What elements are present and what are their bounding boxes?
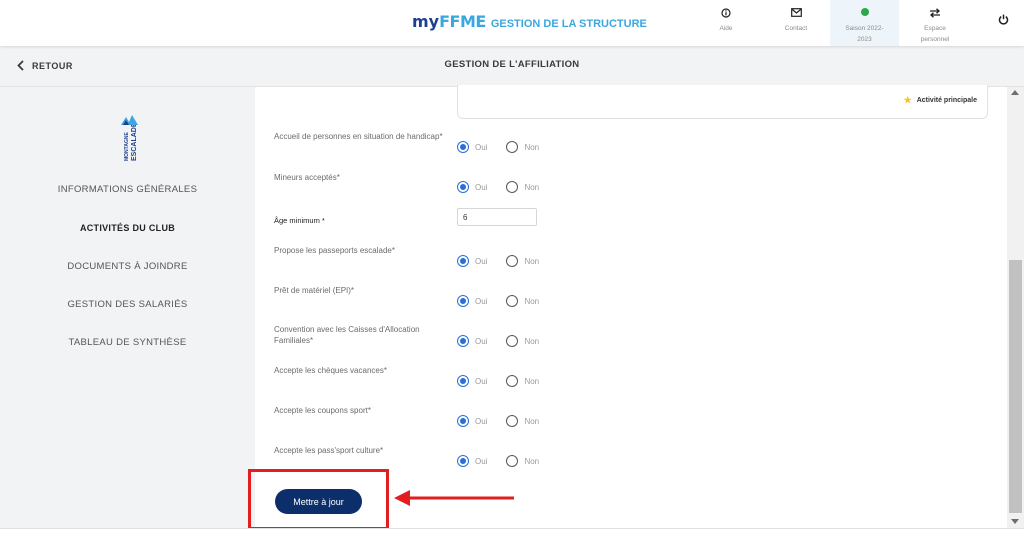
logout-button[interactable] <box>990 0 1016 46</box>
radio-yes[interactable] <box>457 141 469 153</box>
radio-group-caf-convention: Oui Non <box>457 335 558 347</box>
radio-yes-label: Oui <box>475 296 488 306</box>
radio-no[interactable] <box>506 141 519 153</box>
radio-group-equipment-loan: Oui Non <box>457 295 558 307</box>
age-min-label: Âge minimum * <box>274 216 325 225</box>
radio-group-disability: Oui Non <box>457 141 558 153</box>
radio-no[interactable] <box>506 335 519 347</box>
annotation-arrow-icon <box>394 490 514 506</box>
brand-logo[interactable]: my FFME GESTION DE LA STRUCTURE <box>412 12 647 31</box>
radio-yes[interactable] <box>457 335 469 347</box>
radio-no-label: Non <box>524 142 540 152</box>
radio-group-culture-pass: Oui Non <box>457 455 558 467</box>
brand-ffme-text: FFME <box>439 12 486 31</box>
question-label-disability: Accueil de personnes en situation de han… <box>274 132 443 141</box>
radio-no-label: Non <box>524 296 540 306</box>
radio-yes[interactable] <box>457 375 469 387</box>
mail-icon <box>790 8 802 20</box>
annotation-highlight-box <box>248 469 389 530</box>
radio-no-label: Non <box>524 416 540 426</box>
question-label-passports: Propose les passeports escalade* <box>274 246 395 255</box>
radio-no-label: Non <box>524 376 540 386</box>
radio-no[interactable] <box>506 181 519 193</box>
radio-group-sport-coupons: Oui Non <box>457 415 558 427</box>
radio-no-label: Non <box>524 182 540 192</box>
question-label-culture-pass: Accepte les pass'sport culture* <box>274 446 384 455</box>
contact-label: Contact <box>784 25 808 32</box>
sidebar-item-club-activities[interactable]: ACTIVITÉS DU CLUB <box>0 223 255 233</box>
contact-button[interactable]: Contact <box>778 0 814 46</box>
radio-no-label: Non <box>524 456 540 466</box>
main-activity-tag: ★ Activité principale <box>904 95 977 106</box>
radio-yes-label: Oui <box>475 456 488 466</box>
age-min-input[interactable] <box>457 208 537 226</box>
help-button[interactable]: Aide <box>711 0 741 46</box>
question-label-equipment-loan: Prêt de matériel (EPI)* <box>274 286 355 295</box>
scroll-up-arrow-icon[interactable] <box>1011 90 1019 95</box>
sidebar-item-general-info[interactable]: INFORMATIONS GÉNÉRALES <box>0 184 255 195</box>
season-selector[interactable]: Saison 2022-2023 <box>830 0 899 46</box>
radio-group-holiday-vouchers: Oui Non <box>457 375 558 387</box>
app-title: GESTION DE LA STRUCTURE <box>490 18 647 30</box>
personal-space-label: Espace personnel <box>920 25 950 43</box>
radio-yes[interactable] <box>457 295 469 307</box>
radio-yes[interactable] <box>457 181 469 193</box>
radio-no[interactable] <box>506 415 519 427</box>
radio-yes-label: Oui <box>475 182 488 192</box>
radio-yes-label: Oui <box>475 336 488 346</box>
star-icon: ★ <box>903 95 912 105</box>
top-header: my FFME GESTION DE LA STRUCTURE Aide Con… <box>0 0 1024 46</box>
radio-no[interactable] <box>506 295 519 307</box>
club-logo: MONTAGNE ESCALADE <box>118 97 142 163</box>
swap-arrows-icon <box>929 8 941 20</box>
radio-yes-label: Oui <box>475 376 488 386</box>
question-label-minors: Mineurs acceptés* <box>274 173 340 182</box>
radio-yes[interactable] <box>457 455 469 467</box>
sidebar-item-employees[interactable]: GESTION DES SALARIÉS <box>0 299 255 310</box>
radio-no-label: Non <box>524 336 540 346</box>
sidebar-item-summary[interactable]: TABLEAU DE SYNTHÈSE <box>0 337 255 348</box>
main-activity-label: Activité principale <box>916 97 977 104</box>
info-icon <box>721 8 731 20</box>
radio-no[interactable] <box>506 375 519 387</box>
personal-space-button[interactable]: Espace personnel <box>906 0 964 46</box>
sub-header: RETOUR GESTION DE L'AFFILIATION <box>0 46 1024 87</box>
radio-yes-label: Oui <box>475 256 488 266</box>
page-title: GESTION DE L'AFFILIATION <box>444 59 580 70</box>
activity-card: ★ Activité principale <box>457 85 988 119</box>
question-label-holiday-vouchers: Accepte les chèques vacances* <box>274 366 387 375</box>
radio-no-label: Non <box>524 256 540 266</box>
scrollbar-thumb[interactable] <box>1009 260 1022 513</box>
sidebar: MONTAGNE ESCALADE INFORMATIONS GÉNÉRALES… <box>0 87 255 528</box>
radio-yes-label: Oui <box>475 142 488 152</box>
main-form: ★ Activité principale Accueil de personn… <box>255 85 1007 528</box>
svg-text:ESCALADE: ESCALADE <box>131 122 138 161</box>
svg-text:MONTAGNE: MONTAGNE <box>124 132 130 161</box>
sidebar-item-documents[interactable]: DOCUMENTS À JOINDRE <box>0 261 255 272</box>
question-label-caf-convention: Convention avec les Caisses d'Allocation… <box>274 325 420 345</box>
season-label: Saison 2022-2023 <box>845 25 884 43</box>
power-icon <box>998 14 1009 26</box>
brand-my-text: my <box>412 12 440 31</box>
radio-yes[interactable] <box>457 415 469 427</box>
radio-yes-label: Oui <box>475 416 488 426</box>
bottom-edge <box>0 528 1024 541</box>
scroll-down-arrow-icon[interactable] <box>1011 519 1019 524</box>
radio-group-minors: Oui Non <box>457 181 558 193</box>
radio-yes[interactable] <box>457 255 469 267</box>
question-label-sport-coupons: Accepte les coupons sport* <box>274 406 371 415</box>
vertical-scrollbar[interactable] <box>1007 87 1024 528</box>
radio-group-passports: Oui Non <box>457 255 558 267</box>
radio-no[interactable] <box>506 255 519 267</box>
season-status-dot-icon <box>860 8 869 20</box>
radio-no[interactable] <box>506 455 519 467</box>
help-label: Aide <box>719 25 733 32</box>
